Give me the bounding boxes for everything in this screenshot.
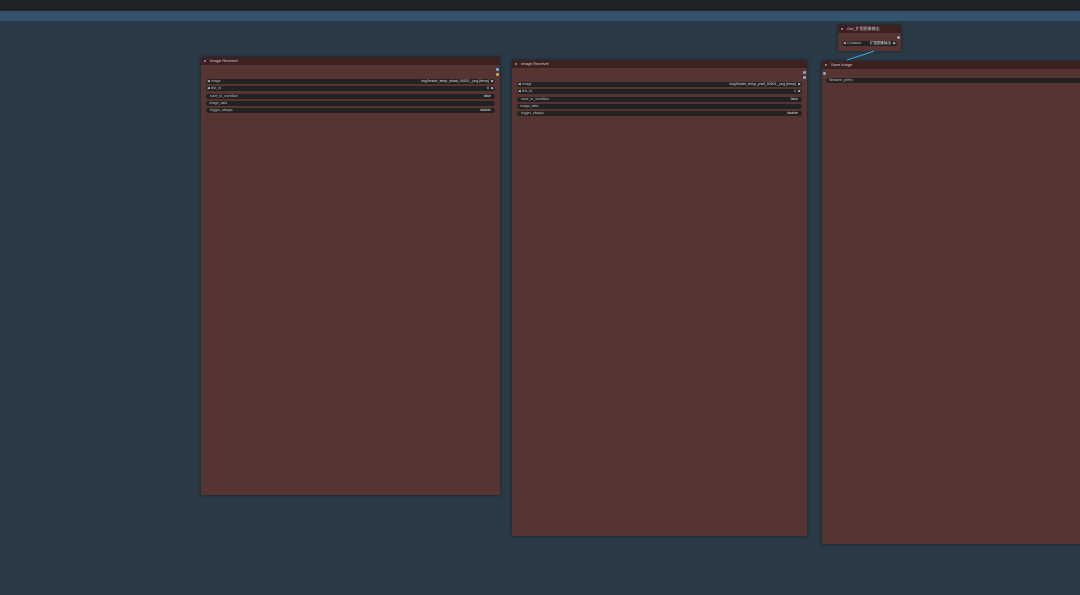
combo-prev-arrow-icon[interactable]: ◀ [207,79,210,84]
widget-value: 6 [487,86,489,90]
output-slot-mask-dot-icon[interactable] [803,76,806,79]
combo-prev-arrow-icon[interactable]: ◀ [843,41,846,46]
link-wire[interactable] [846,50,875,61]
output-slot-image-dot-icon[interactable] [803,71,806,74]
widget-label: save_to_workflow [521,97,549,101]
widget-label: image_data [209,101,228,105]
widget-label: filename_prefix [829,78,853,82]
node-title-bar[interactable]: Get_扩图图像输出 [838,25,901,33]
output-slot-mask-dot-icon[interactable] [496,73,499,76]
image-receiver-node-2[interactable]: Image Receiver ◀ image img2ender_temp_yn… [512,60,807,536]
widget-value: false [483,94,491,98]
widget-value: img2ender_temp_sbaat_00001_.png [temp] [421,79,489,83]
connection-link[interactable] [840,48,880,64]
increment-arrow-icon[interactable]: ▶ [798,89,801,94]
input-slot-images-dot-icon[interactable] [823,72,826,75]
decrement-arrow-icon[interactable]: ◀ [207,86,210,91]
link-id-number[interactable]: ◀ link_id 1 ▶ [517,89,802,94]
constant-combo[interactable]: ◀ Constant 扩图图像输出 ▶ [842,41,897,46]
widget-value: 1 [794,89,796,93]
widget-label: link_id [211,86,221,90]
increment-arrow-icon[interactable]: ▶ [491,86,494,91]
node-title: Get_扩图图像输出 [847,26,880,31]
save-to-workflow-toggle[interactable]: save_to_workflow false [517,97,802,102]
image-combo[interactable]: ◀ image img2ender_temp_sbaat_00001_.png … [206,79,495,84]
workflow-tab-bar[interactable] [0,11,1080,21]
widget-label: link_id [522,89,532,93]
combo-next-arrow-icon[interactable]: ▶ [798,82,801,87]
widget-label: trigger_always [521,111,544,115]
decrement-arrow-icon[interactable]: ◀ [518,89,521,94]
trigger-always-toggle[interactable]: trigger_always disable [206,108,495,113]
trigger-always-toggle[interactable]: trigger_always disable [517,111,802,116]
collapse-dot-icon[interactable] [825,64,827,66]
save-to-workflow-toggle[interactable]: save_to_workflow false [206,94,495,99]
widget-value: 扩图图像输出 [870,41,891,45]
collapse-dot-icon[interactable] [204,60,206,62]
widget-label: save_to_workflow [210,94,238,98]
collapse-dot-icon[interactable] [515,63,517,65]
combo-next-arrow-icon[interactable]: ▶ [491,79,494,84]
collapse-dot-icon[interactable] [841,28,843,30]
combo-next-arrow-icon[interactable]: ▶ [893,41,896,46]
node-title: Image Receiver [521,61,550,66]
widget-label: image_data [520,104,539,108]
widget-value: disable [479,108,491,112]
widget-value: disable [786,111,798,115]
image-data-field[interactable]: image_data [517,104,802,109]
widget-label: trigger_always [210,108,233,112]
image-data-field[interactable]: image_data [206,101,495,106]
filename-prefix-field[interactable]: filename_prefix [826,78,1080,83]
widget-value: false [790,97,798,101]
node-title-bar[interactable]: Image Receiver [512,60,807,68]
widget-label: image [211,79,221,83]
widget-label: image [522,82,532,86]
image-combo[interactable]: ◀ image img2ender_temp_ynvil_00001_.png … [517,82,802,87]
top-menu-bar [0,0,1080,11]
link-id-number[interactable]: ◀ link_id 6 ▶ [206,86,495,91]
image-receiver-node-1[interactable]: Image Receiver ◀ image img2ender_temp_sb… [201,57,500,495]
widget-label: Constant [847,41,862,45]
output-slot-image-dot-icon[interactable] [496,68,499,71]
widget-value: img2ender_temp_ynvil_00001_.png [temp] [729,82,796,86]
combo-prev-arrow-icon[interactable]: ◀ [518,82,521,87]
node-title: Image Receiver [210,58,239,63]
save-image-node[interactable]: Save Image filename_prefix [822,61,1080,544]
node-title-bar[interactable]: Image Receiver [201,57,500,65]
output-slot-dot-icon[interactable] [897,36,900,39]
